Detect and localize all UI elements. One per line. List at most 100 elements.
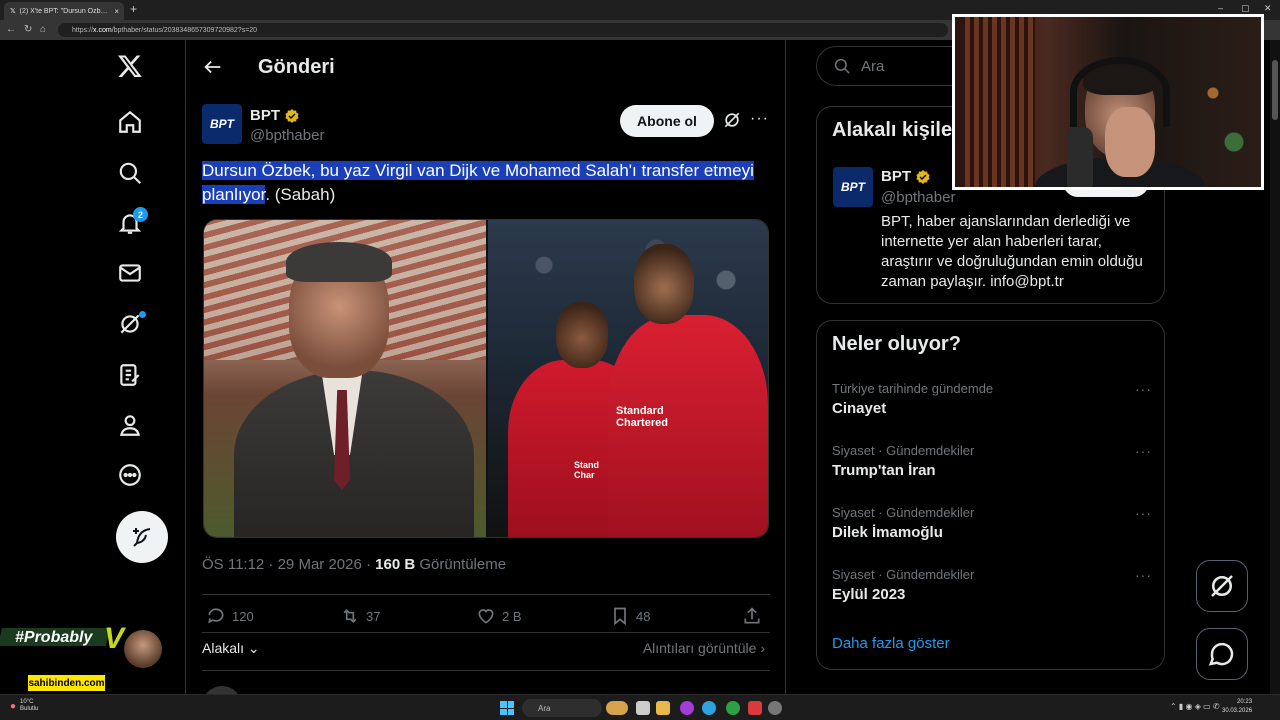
bookmark-button[interactable]: 48 [610, 606, 650, 626]
author-name: BPT [250, 107, 280, 124]
app-icon[interactable] [768, 701, 782, 715]
home-icon[interactable]: ⌂ [40, 24, 46, 35]
sort-label: Alakalı [202, 640, 245, 656]
chat-bubble-icon [1208, 642, 1234, 666]
maximize-button[interactable]: ▢ [1241, 3, 1250, 14]
messages-fab-button[interactable] [1196, 628, 1248, 680]
main-column: Gönderi BPT BPT @bpthaber Abone ol ··· D… [186, 40, 786, 720]
scrollbar-thumb[interactable] [1272, 60, 1278, 120]
lists-icon[interactable] [112, 357, 148, 393]
x-logo-icon[interactable] [112, 48, 148, 84]
trend-item[interactable]: Siyaset · Gündemdekiler Dilek İmamoğlu ·… [832, 505, 1152, 541]
app-icon[interactable] [680, 701, 694, 715]
grok-fab-button[interactable] [1196, 560, 1248, 612]
verified-badge-icon [285, 108, 299, 123]
system-tray-icons[interactable]: ⌃ ▮ ◉ ◈ ▭ ✆ [1170, 702, 1220, 711]
like-button[interactable]: 2 B [476, 606, 522, 626]
notifications-icon[interactable]: 2 [112, 205, 148, 241]
post-timestamp[interactable]: ÖS 11:12 · 29 Mar 2026 · [202, 556, 375, 573]
clock-time: 20:23 [1237, 699, 1253, 705]
close-window-button[interactable]: ✕ [1264, 3, 1272, 14]
kit-sponsor: Standard Chartered [616, 405, 668, 429]
related-people-title: Alakalı kişiler [832, 119, 960, 141]
trend-more-icon[interactable]: ··· [1135, 443, 1152, 459]
post-image[interactable]: Standard Chartered Stand Char [203, 219, 769, 538]
trend-item[interactable]: Siyaset · Gündemdekiler Trump'tan İran ·… [832, 443, 1152, 479]
profile-icon[interactable] [112, 407, 148, 443]
author-handle[interactable]: @bpthaber [250, 127, 324, 144]
author-name-row[interactable]: BPT [250, 107, 300, 124]
url-host: x.com [93, 26, 112, 34]
post-meta: ÖS 11:12 · 29 Mar 2026 · 160 B Görüntüle… [202, 556, 506, 573]
tab-close-icon[interactable]: × [114, 7, 124, 16]
weather-icon: ● [10, 700, 17, 712]
notification-badge: 2 [133, 207, 148, 222]
chevron-right-icon: › [760, 640, 765, 656]
start-button[interactable] [500, 701, 514, 715]
trend-item[interactable]: Siyaset · Gündemdekiler Eylül 2023 ··· [832, 567, 1152, 603]
taskbar-clock[interactable]: 20:23 30.03.2026 [1222, 698, 1252, 716]
share-button[interactable] [742, 606, 762, 626]
sort-replies-dropdown[interactable]: Alakalı ⌄ [202, 640, 260, 657]
player-face-right [634, 244, 694, 324]
page-scrollbar[interactable] [1270, 40, 1280, 694]
browser-tab[interactable]: 𝕏 (2) X'te BPT: "Dursun Özbek, bu yaz...… [4, 2, 124, 20]
trend-more-icon[interactable]: ··· [1135, 567, 1152, 583]
related-avatar[interactable]: BPT [833, 167, 873, 207]
tab-title: (2) X'te BPT: "Dursun Özbek, bu yaz... [19, 7, 111, 15]
widget-icon[interactable] [606, 701, 628, 715]
new-tab-button[interactable]: + [130, 2, 137, 16]
back-nav-icon[interactable]: ← [6, 24, 16, 35]
subscribe-button[interactable]: Abone ol [620, 105, 714, 137]
show-more-link[interactable]: Daha fazla göster [832, 635, 950, 652]
microphone [1067, 127, 1093, 187]
trend-more-icon[interactable]: ··· [1135, 505, 1152, 521]
trend-name: Eylül 2023 [832, 586, 906, 603]
weather-widget[interactable]: ● 10°C Bulutlu [10, 699, 38, 713]
verified-badge-icon [916, 169, 930, 184]
messages-icon[interactable] [112, 255, 148, 291]
compose-post-button[interactable] [116, 511, 168, 563]
views-label: Görüntüleme [415, 556, 507, 573]
related-bio: BPT, haber ajanslarından derlediği ve in… [881, 213, 1143, 290]
trend-category: Siyaset · Gündemdekiler [832, 505, 975, 520]
grok-dot [139, 311, 146, 318]
trend-item[interactable]: Türkiye tarihinde gündemde Cinayet ··· [832, 381, 1152, 417]
repost-button[interactable]: 37 [340, 606, 380, 626]
trend-category: Siyaset · Gündemdekiler [832, 567, 975, 582]
trend-name: Cinayet [832, 400, 887, 417]
repost-count: 37 [366, 608, 381, 624]
task-view-icon[interactable] [636, 701, 650, 715]
photo-right: Standard Chartered Stand Char [486, 220, 768, 537]
author-avatar[interactable]: BPT [202, 104, 242, 144]
post-text-rest: . (Sabah) [265, 185, 336, 204]
edge-icon[interactable] [702, 701, 716, 715]
post-text-selected-1: Dursun Özbek, bu yaz Virgil van Dijk ve … [202, 161, 754, 180]
minimize-button[interactable]: – [1218, 3, 1223, 13]
post-more-icon[interactable]: ··· [750, 110, 769, 128]
file-explorer-icon[interactable] [656, 701, 670, 715]
reload-icon[interactable]: ↻ [24, 24, 32, 35]
photo-left [204, 220, 486, 537]
trend-name: Dilek İmamoğlu [832, 524, 943, 541]
feather-icon [133, 528, 151, 547]
grok-icon[interactable] [722, 110, 742, 130]
view-quotes-link[interactable]: Alıntıları görüntüle › [643, 640, 765, 656]
trend-category: Siyaset · Gündemdekiler [832, 443, 975, 458]
app-icon[interactable] [748, 701, 762, 715]
search-icon[interactable] [112, 155, 148, 191]
related-name-row[interactable]: BPT [881, 168, 931, 185]
taskbar-search[interactable]: Ara [522, 699, 602, 717]
home-icon[interactable] [112, 104, 148, 140]
url-field[interactable]: https://x.com/bpthaber/status/2038348657… [58, 23, 948, 37]
chrome-icon[interactable] [726, 701, 740, 715]
trend-more-icon[interactable]: ··· [1135, 381, 1152, 397]
related-handle[interactable]: @bpthaber [881, 189, 955, 206]
overlay-avatar [124, 630, 162, 668]
repost-icon [343, 608, 357, 624]
wood-slats [965, 17, 1035, 187]
more-options-icon[interactable] [112, 457, 148, 493]
reply-button[interactable]: 120 [206, 606, 254, 626]
back-arrow-icon[interactable] [202, 56, 224, 78]
grok-icon[interactable] [112, 306, 148, 342]
